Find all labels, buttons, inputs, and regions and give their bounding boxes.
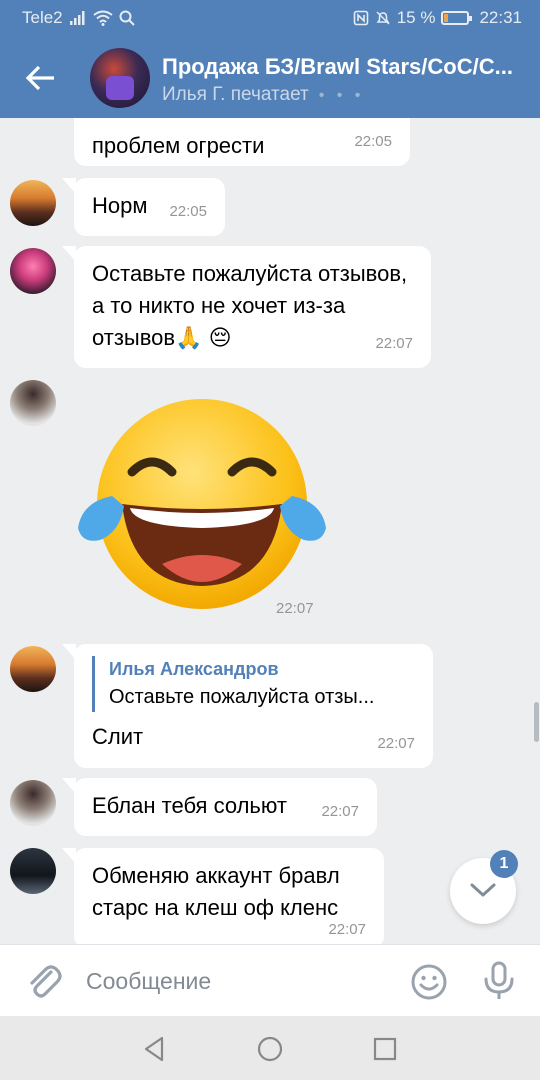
chat-avatar[interactable] [90,48,150,108]
message-bubble[interactable]: Обменяю аккаунт бравл старс на клеш оф к… [62,848,384,944]
message-time: 22:07 [375,335,413,352]
message-time: 22:05 [169,203,207,220]
message-input[interactable] [86,959,386,1003]
message-text: проблем огрести [92,133,265,158]
battery-percent: 15 % [396,8,436,27]
avatar[interactable] [10,848,56,894]
message-bubble[interactable]: Оставьте пожалуйста отзывов, а то никто … [62,246,431,368]
back-arrow-icon[interactable] [22,60,58,96]
paperclip-icon[interactable] [24,961,64,1001]
reply-text: Оставьте пожалуйста отзы... [109,686,375,708]
nav-back-icon[interactable] [140,1034,170,1064]
scrollbar-thumb[interactable] [534,702,539,742]
typing-status-text: Илья Г. печатает [162,84,309,105]
chevron-down-icon [470,883,496,897]
search-icon [119,10,135,26]
message-composer [0,944,540,1016]
message-time: 22:07 [377,735,415,752]
nav-home-icon[interactable] [255,1034,285,1064]
wifi-icon [93,10,113,26]
mute-icon [376,11,390,25]
message-time: 22:07 [321,803,359,820]
message-time: 22:05 [354,133,392,150]
avatar[interactable] [10,180,56,226]
system-navigation-bar [0,1016,540,1080]
message-bubble[interactable]: Илья Александров Оставьте пожалуйста отз… [62,644,433,768]
avatar[interactable] [10,380,56,426]
avatar[interactable] [10,248,56,294]
avatar[interactable] [10,780,56,826]
reply-author: Илья Александров [109,659,279,679]
message-list[interactable]: проблем огрести 22:05 Норм 22:05 Оставьт… [0,118,540,944]
typing-dots: • • • [318,87,365,104]
message-bubble[interactable]: проблем огрести 22:05 [74,118,410,166]
message-bubble[interactable]: Норм 22:05 [62,178,225,236]
signal-icon [69,11,85,25]
app-header: Tele2 15 % 22:31 Продажа БЗ/Brawl Stars/… [0,0,540,118]
message-time: 22:07 [328,921,366,938]
battery-icon [441,11,473,25]
microphone-icon[interactable] [482,961,516,1001]
nfc-icon [353,10,369,26]
carrier-name: Tele2 [22,8,63,27]
message-text: Еблан тебя сольют [92,793,287,818]
chat-title[interactable]: Продажа БЗ/Brawl Stars/CoC/C... [162,54,532,80]
typing-status: Илья Г. печатает • • • [162,84,364,106]
avatar[interactable] [10,646,56,692]
laughing-tears-emoji-sticker[interactable] [72,394,332,614]
message-text: Оставьте пожалуйста отзывов, а то никто … [92,261,408,350]
message-bubble[interactable]: Еблан тебя сольют 22:07 [62,778,377,836]
nav-recents-icon[interactable] [370,1034,400,1064]
chat-toolbar: Продажа БЗ/Brawl Stars/CoC/C... Илья Г. … [0,36,540,118]
unread-count-badge: 1 [490,850,518,878]
message-time: 22:07 [276,600,314,617]
smiley-icon[interactable] [410,963,448,1001]
clock: 22:31 [479,8,522,27]
reply-quote[interactable]: Илья Александров Оставьте пожалуйста отз… [92,656,415,712]
message-text: Слит [92,724,144,749]
status-bar: Tele2 15 % 22:31 [0,0,540,36]
